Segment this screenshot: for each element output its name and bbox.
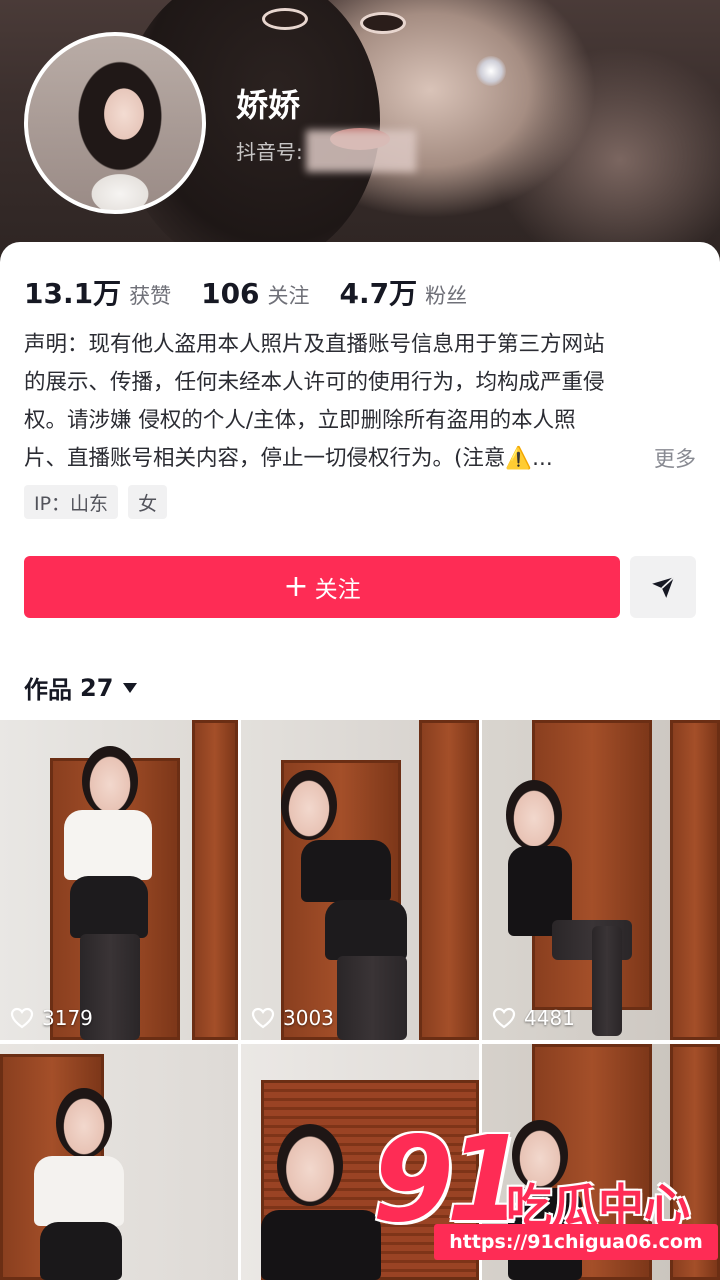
thumbnail-figure [70, 876, 148, 938]
video-thumbnail[interactable]: 3003 [241, 720, 479, 1040]
thumbnail-figure [40, 1222, 122, 1280]
censor-blur [306, 130, 416, 172]
site-watermark: 91 吃瓜中心 https://91chigua06.com [372, 1120, 720, 1270]
video-thumbnail[interactable]: 4481 [482, 720, 720, 1040]
tag-gender: 女 [128, 485, 168, 519]
banner-photo-eye [262, 8, 308, 30]
banner-photo-eye [360, 12, 406, 34]
stat-following[interactable]: 106 关注 [201, 277, 309, 310]
watermark-url: https://91chigua06.com [434, 1224, 718, 1260]
stat-likes: 13.1万 获赞 [24, 272, 171, 312]
video-thumbnail[interactable]: 3179 [0, 720, 238, 1040]
bio-line: 权。请涉嫌 侵权的个人/主体，立即删除所有盗用的本人照 [24, 408, 576, 433]
works-count: 27 [80, 673, 114, 702]
plus-icon: + [283, 569, 309, 604]
video-like-count: 4481 [492, 1006, 575, 1030]
heart-icon [10, 1007, 34, 1029]
caret-down-icon [123, 682, 138, 693]
avatar[interactable] [24, 32, 206, 214]
follow-button-label: 关注 [314, 577, 361, 603]
thumbnail-door [419, 720, 479, 1040]
thumbnail-figure [64, 810, 152, 880]
stat-followers[interactable]: 4.7万 粉丝 [340, 272, 468, 312]
bio-line: 的展示、传播，任何未经本人许可的使用行为，均构成严重侵 [24, 370, 605, 395]
douyin-id-label: 抖音号: [236, 140, 303, 164]
send-icon [652, 576, 675, 598]
like-count-value: 3003 [283, 1006, 334, 1030]
heart-icon [251, 1007, 275, 1029]
thumbnail-figure [506, 780, 562, 850]
tag-ip-location: IP：山东 [24, 485, 119, 519]
thumbnail-figure [56, 1088, 112, 1158]
thumbnail-figure [34, 1156, 124, 1226]
thumbnail-figure [592, 926, 622, 1036]
bio-ellipsis: ... [532, 446, 553, 471]
thumbnail-figure [281, 770, 337, 840]
bio-more-link[interactable]: 更多 [654, 440, 696, 478]
like-count-value: 3179 [42, 1006, 93, 1030]
thumbnail-door [192, 720, 238, 1040]
stat-likes-label: 获赞 [129, 284, 172, 308]
heart-icon [492, 1007, 516, 1029]
bio-line: 声明：现有他人盗用本人照片及直播账号信息用于第三方网站 [24, 332, 605, 357]
thumbnail-figure [277, 1124, 343, 1206]
video-like-count: 3003 [251, 1006, 334, 1030]
like-count-value: 4481 [524, 1006, 575, 1030]
video-thumbnail[interactable] [0, 1044, 238, 1280]
thumbnail-figure [82, 746, 138, 816]
profile-stats: 13.1万 获赞 106 关注 4.7万 粉丝 [24, 272, 497, 312]
works-label: 作品 [24, 676, 72, 704]
profile-bio: 声明：现有他人盗用本人照片及直播账号信息用于第三方网站 的展示、传播，任何未经本… [24, 326, 696, 478]
banner-photo-earring [476, 56, 506, 86]
thumbnail-figure [325, 900, 407, 960]
watermark-number: 91 [372, 1110, 528, 1248]
stat-followers-label: 粉丝 [425, 284, 468, 308]
thumbnail-figure [301, 840, 391, 902]
video-like-count: 3179 [10, 1006, 93, 1030]
thumbnail-figure [337, 956, 407, 1040]
bio-line: 片、直播账号相关内容，停止一切侵权行为。(注意 ⚠️ ... [24, 440, 696, 478]
follow-button[interactable]: + 关注 [24, 556, 620, 618]
warning-icon: ⚠️ [505, 446, 533, 471]
stat-likes-value: 13.1万 [24, 277, 122, 310]
share-button[interactable] [630, 556, 696, 618]
thumbnail-door [670, 720, 720, 1040]
bio-line-text: 片、直播账号相关内容，停止一切侵权行为。(注意 [24, 446, 506, 471]
stat-following-value: 106 [201, 277, 260, 310]
stat-following-label: 关注 [267, 284, 310, 308]
thumbnail-figure [261, 1210, 381, 1280]
profile-tags: IP：山东 女 [24, 485, 177, 519]
tab-works[interactable]: 作品 27 [24, 670, 138, 705]
stat-followers-value: 4.7万 [339, 277, 418, 310]
profile-name: 娇娇 [236, 86, 301, 124]
